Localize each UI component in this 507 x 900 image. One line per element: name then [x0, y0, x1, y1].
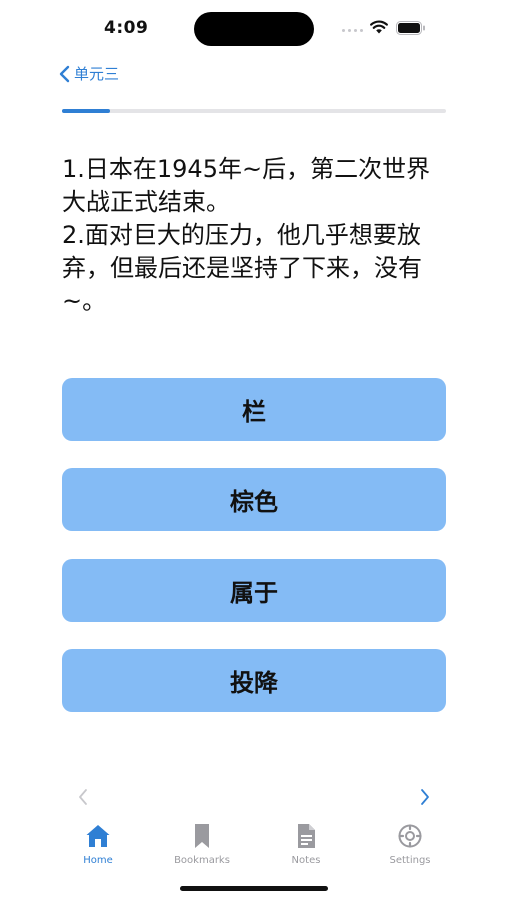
- answer-option-2[interactable]: 棕色: [62, 468, 446, 531]
- status-time: 4:09: [104, 18, 149, 38]
- tab-bookmarks-label: Bookmarks: [174, 855, 230, 866]
- next-question-button[interactable]: [418, 787, 432, 807]
- tab-notes-label: Notes: [291, 855, 321, 866]
- back-button[interactable]: 单元三: [58, 63, 119, 84]
- question-text: 1.日本在1945年~后，第二次世界大战正式结束。 2.面对巨大的压力，他几乎想…: [62, 153, 452, 318]
- previous-question-button[interactable]: [76, 787, 90, 807]
- answer-option-1[interactable]: 栏: [62, 378, 446, 441]
- screen: 4:09 单元三 1.日本在1945年~后，第二次世界大战正式结束。 2.面对巨…: [0, 0, 507, 900]
- chevron-left-icon: [59, 65, 70, 82]
- progress-fill: [62, 109, 110, 113]
- tab-home-label: Home: [83, 855, 113, 866]
- answer-option-3[interactable]: 属于: [62, 559, 446, 622]
- tab-settings-label: Settings: [389, 855, 431, 866]
- tab-notes[interactable]: Notes: [266, 822, 346, 866]
- back-label: 单元三: [74, 65, 120, 83]
- settings-icon: [398, 824, 422, 848]
- notes-icon: [298, 824, 315, 848]
- tab-bookmarks[interactable]: Bookmarks: [162, 822, 242, 866]
- answer-option-4[interactable]: 投降: [62, 649, 446, 712]
- home-indicator: [180, 886, 328, 891]
- signal-icon: [342, 29, 363, 32]
- tab-home[interactable]: Home: [58, 822, 138, 866]
- dynamic-island: [194, 12, 314, 46]
- home-icon: [86, 825, 110, 847]
- question-line-2: 2.面对巨大的压力，他几乎想要放弃，但最后还是坚持了下来，没有~。: [62, 221, 422, 315]
- tab-settings[interactable]: Settings: [370, 822, 450, 866]
- wifi-icon: [370, 20, 388, 34]
- progress-bar: [62, 109, 446, 113]
- status-bar: 4:09: [0, 0, 507, 56]
- question-line-1: 1.日本在1945年~后，第二次世界大战正式结束。: [62, 155, 431, 216]
- bookmark-icon: [195, 824, 209, 848]
- battery-icon: [396, 21, 425, 35]
